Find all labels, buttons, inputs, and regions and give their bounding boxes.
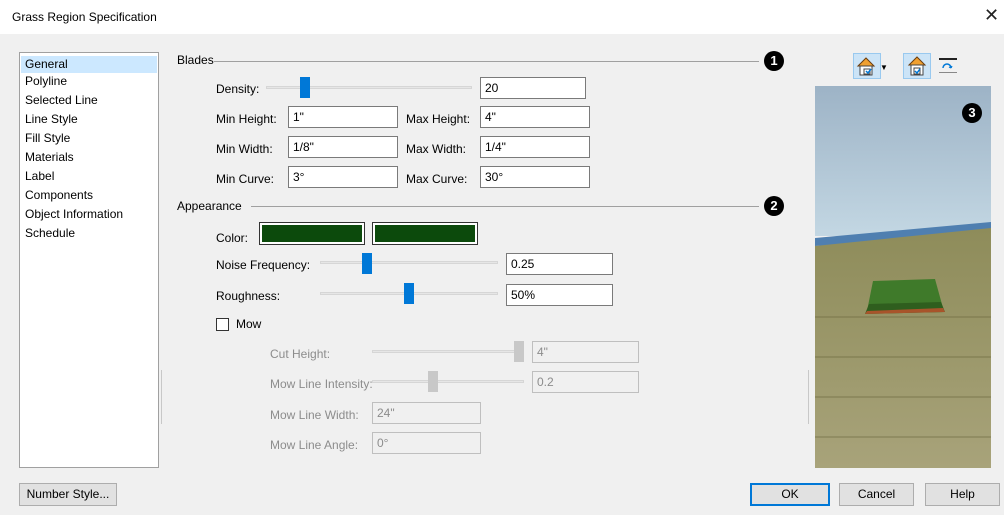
max-width-field[interactable]: 1/4" — [480, 136, 590, 158]
roughness-slider-thumb[interactable] — [404, 283, 414, 304]
right-splitter[interactable] — [808, 370, 809, 424]
mow-line-angle-label: Mow Line Angle: — [270, 438, 359, 452]
noise-frequency-field[interactable]: 0.25 — [506, 253, 613, 275]
sidebar-item-label[interactable]: Label — [21, 168, 157, 185]
noise-frequency-label: Noise Frequency: — [216, 258, 311, 272]
max-height-field[interactable]: 4" — [480, 106, 590, 128]
sidebar-item-components[interactable]: Components — [21, 187, 157, 204]
density-label: Density: — [216, 82, 260, 96]
min-width-field[interactable]: 1/8" — [288, 136, 398, 158]
cut-height-label: Cut Height: — [270, 347, 331, 361]
appearance-separator — [251, 206, 759, 207]
refresh-preview-button[interactable] — [935, 53, 963, 79]
roughness-field[interactable]: 50% — [506, 284, 613, 306]
cancel-button[interactable]: Cancel — [839, 483, 914, 506]
sidebar-item-polyline[interactable]: Polyline — [21, 73, 157, 90]
camera-view-icon — [856, 57, 876, 76]
mow-line-intensity-slider-thumb[interactable] — [428, 371, 438, 392]
cut-height-field[interactable]: 4" — [532, 341, 639, 363]
refresh-preview-icon — [939, 58, 957, 73]
noise-frequency-slider-thumb[interactable] — [362, 253, 372, 274]
noise-frequency-slider-track[interactable] — [320, 261, 498, 264]
sidebar-item-materials[interactable]: Materials — [21, 149, 157, 166]
blades-group-title: Blades — [177, 53, 214, 67]
mow-line-intensity-field[interactable]: 0.2 — [532, 371, 639, 393]
ok-button[interactable]: OK — [750, 483, 830, 506]
sidebar-item-selected-line[interactable]: Selected Line — [21, 92, 157, 109]
mow-line-intensity-label: Mow Line Intensity: — [270, 377, 373, 391]
close-icon[interactable]: ✕ — [984, 6, 999, 24]
cut-height-slider-track[interactable] — [372, 350, 524, 353]
max-curve-field[interactable]: 30° — [480, 166, 590, 188]
camera-view-button[interactable] — [853, 53, 881, 79]
blades-separator — [214, 61, 759, 62]
cut-height-slider-thumb[interactable] — [514, 341, 524, 362]
min-height-field[interactable]: 1" — [288, 106, 398, 128]
mow-label: Mow — [236, 317, 262, 331]
color-label: Color: — [216, 231, 249, 245]
number-style-button[interactable]: Number Style... — [19, 483, 117, 506]
min-width-label: Min Width: — [216, 142, 273, 156]
max-height-label: Max Height: — [406, 112, 471, 126]
callout-badge-1: 1 — [764, 51, 784, 71]
mow-line-width-label: Mow Line Width: — [270, 408, 359, 422]
window-title: Grass Region Specification — [12, 10, 157, 24]
grass-preview-image[interactable] — [815, 86, 991, 468]
building-check-icon — [907, 56, 927, 76]
mow-line-intensity-slider-track[interactable] — [372, 380, 524, 383]
building-check-button[interactable] — [903, 53, 931, 79]
density-field[interactable]: 20 — [480, 77, 586, 99]
max-curve-label: Max Curve: — [406, 172, 468, 186]
roughness-label: Roughness: — [216, 289, 281, 303]
min-curve-field[interactable]: 3° — [288, 166, 398, 188]
min-curve-label: Min Curve: — [216, 172, 275, 186]
density-slider-track[interactable] — [266, 86, 472, 89]
min-height-label: Min Height: — [216, 112, 277, 126]
left-splitter[interactable] — [161, 370, 162, 424]
appearance-group-title: Appearance — [177, 199, 242, 213]
help-button[interactable]: Help — [925, 483, 1000, 506]
callout-badge-3: 3 — [962, 103, 982, 123]
camera-view-dropdown-icon[interactable]: ▼ — [880, 63, 888, 72]
mow-line-width-field[interactable]: 24" — [372, 402, 481, 424]
sidebar: General Polyline Selected Line Line Styl… — [19, 52, 159, 468]
sidebar-item-schedule[interactable]: Schedule — [21, 225, 157, 242]
sidebar-item-line-style[interactable]: Line Style — [21, 111, 157, 128]
callout-badge-2: 2 — [764, 196, 784, 216]
density-slider-thumb[interactable] — [300, 77, 310, 98]
sidebar-item-fill-style[interactable]: Fill Style — [21, 130, 157, 147]
mow-checkbox[interactable] — [216, 318, 229, 331]
sidebar-item-object-information[interactable]: Object Information — [21, 206, 157, 223]
mow-line-angle-field[interactable]: 0° — [372, 432, 481, 454]
max-width-label: Max Width: — [406, 142, 467, 156]
blade-color-swatch-2[interactable] — [372, 222, 478, 245]
blade-color-swatch-1[interactable] — [259, 222, 365, 245]
sidebar-item-general[interactable]: General — [21, 56, 157, 73]
